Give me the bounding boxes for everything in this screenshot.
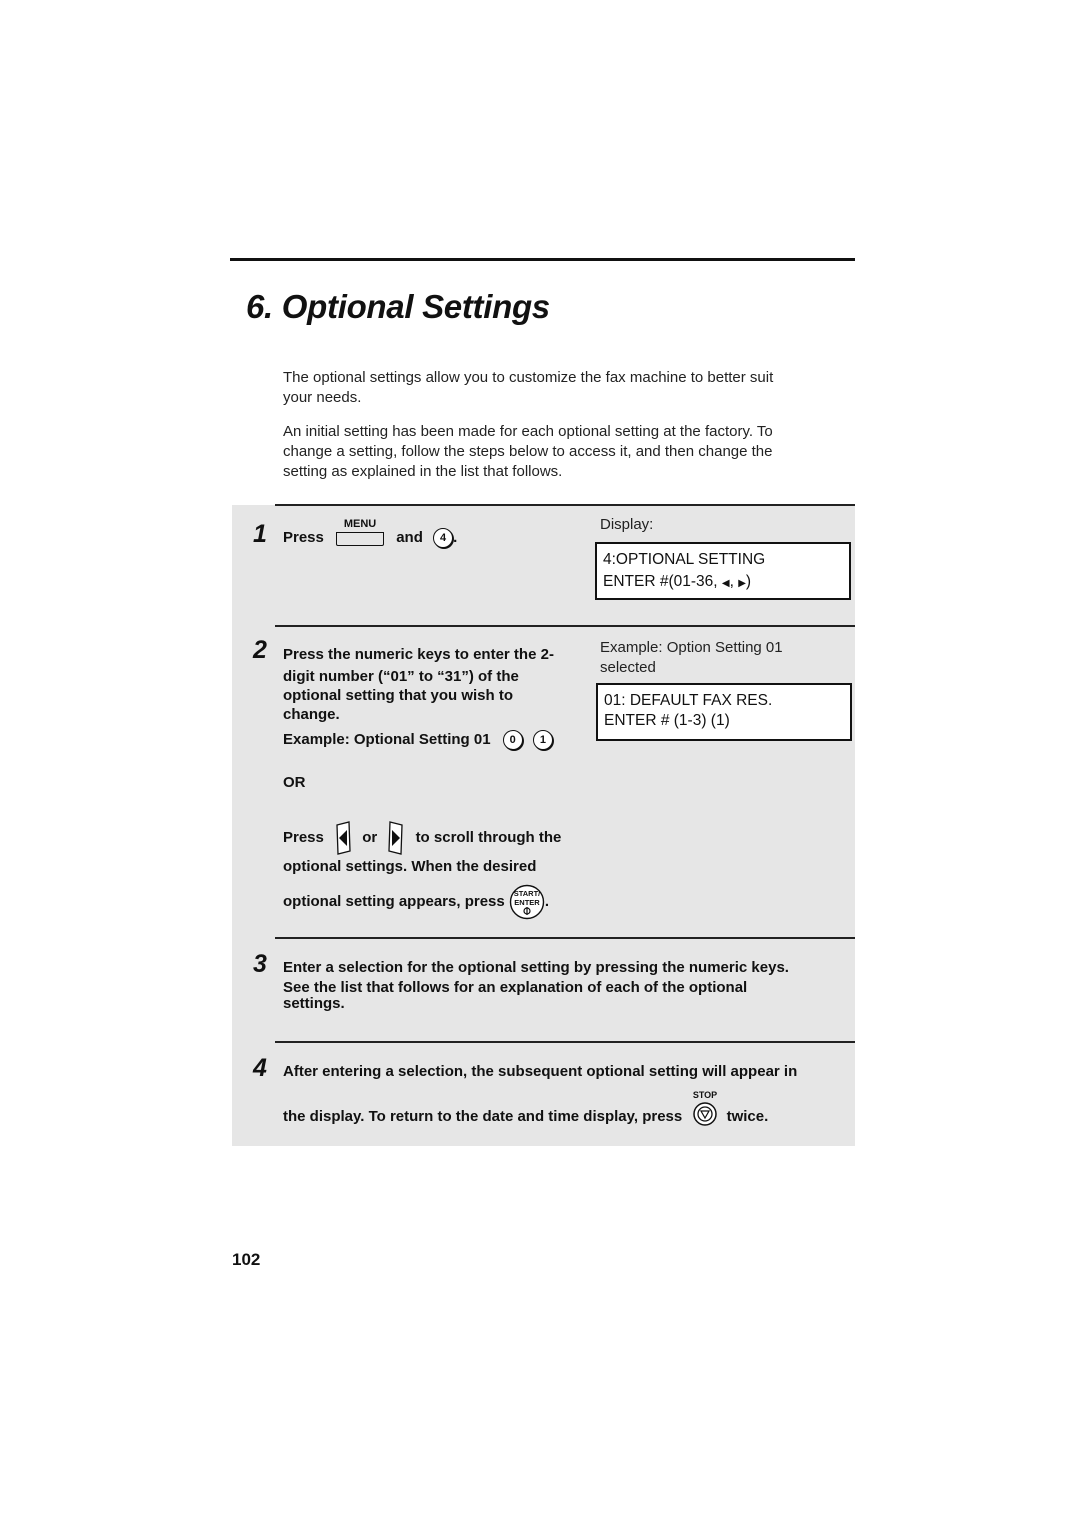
- scroll-text: to scroll through the: [415, 828, 562, 846]
- display-line: ENTER #(01-36, ◀, ▶): [603, 571, 843, 595]
- intro-line: setting as explained in the list that fo…: [283, 463, 563, 480]
- display-caption: Display:: [600, 516, 654, 533]
- step-text-line: digit number (“01” to “31”) of the: [283, 668, 519, 685]
- step-text-line: optional setting that you wish to: [283, 687, 513, 704]
- right-arrow-icon: ▶: [738, 578, 746, 589]
- stop-key-label: STOP: [693, 1090, 717, 1100]
- step-4-line1: After entering a selection, the subseque…: [283, 1063, 798, 1080]
- step-divider: [275, 937, 855, 939]
- intro-line: The optional settings allow you to custo…: [283, 369, 774, 386]
- intro-paragraph-2: An initial setting has been made for eac…: [283, 422, 828, 482]
- enter-key-label: ENTER: [514, 898, 540, 907]
- top-rule: [230, 258, 855, 261]
- stop-key-icon: STOP: [693, 1090, 718, 1126]
- start-enter-key-icon: START/ ENTER: [509, 884, 545, 920]
- display-text: ): [745, 573, 752, 590]
- display-line: 4:OPTIONAL SETTING: [603, 551, 766, 568]
- step-2-example: Example: Optional Setting 01 0 1: [283, 730, 553, 750]
- caption-line: Example: Option Setting 01: [600, 639, 783, 656]
- scroll-instruction: Press or to scroll through the: [283, 821, 561, 855]
- scroll-instruction-line2: optional settings. When the desired: [283, 858, 537, 875]
- step-1-instruction: Press MENU and 4.: [283, 518, 458, 548]
- step-divider: [275, 504, 855, 506]
- step-text-line: Press the numeric keys to enter the 2-: [283, 646, 554, 663]
- step-3-instruction: Enter a selection for the optional setti…: [283, 958, 843, 1013]
- left-arrow-key-icon: [336, 821, 351, 855]
- page-title: 6. Optional Settings: [246, 288, 550, 325]
- start-key-label: START/: [514, 889, 541, 898]
- step-2-instruction: Press the numeric keys to enter the 2- d…: [283, 645, 583, 724]
- example-caption: Example: Option Setting 01 selected: [600, 638, 783, 678]
- scroll-instruction-line3: optional setting appears, press START/ E…: [283, 884, 549, 920]
- display-line: 01: DEFAULT FAX RES.: [604, 692, 773, 709]
- step-text: twice.: [726, 1107, 769, 1125]
- step-number-4: 4: [253, 1054, 267, 1082]
- press-label: Press: [283, 828, 324, 846]
- step-number-3: 3: [253, 950, 267, 978]
- punct: .: [453, 528, 458, 546]
- step-text-line: change.: [283, 706, 340, 723]
- intro-line: An initial setting has been made for eac…: [283, 423, 773, 440]
- display-text: ENTER #(01-36,: [603, 573, 722, 590]
- lcd-display-example: 01: DEFAULT FAX RES. ENTER # (1-3) (1): [596, 683, 852, 741]
- key-1-icon: 1: [532, 730, 553, 750]
- caption-line: selected: [600, 659, 656, 676]
- step-number-1: 1: [253, 520, 267, 548]
- step-text: the display. To return to the date and t…: [283, 1107, 683, 1125]
- step-4-line2: the display. To return to the date and t…: [283, 1089, 768, 1129]
- step-divider: [275, 625, 855, 627]
- or-label: OR: [283, 774, 306, 791]
- display-line: ENTER # (1-3) (1): [604, 712, 730, 729]
- lcd-display-menu: 4:OPTIONAL SETTING ENTER #(01-36, ◀, ▶): [595, 542, 851, 600]
- right-arrow-key-icon: [388, 821, 404, 855]
- intro-line: your needs.: [283, 389, 362, 406]
- step-text-line: Enter a selection for the optional setti…: [283, 959, 789, 976]
- left-arrow-icon: ◀: [721, 578, 730, 589]
- intro-line: change a setting, follow the steps below…: [283, 443, 773, 460]
- example-label: Example: Optional Setting 01: [283, 730, 491, 748]
- punct: .: [544, 892, 550, 910]
- menu-key-icon: MENU: [336, 518, 385, 546]
- display-text: ,: [729, 573, 739, 590]
- scroll-text: optional setting appears, press: [283, 892, 505, 910]
- key-4-icon: 4: [433, 528, 454, 548]
- step-number-2: 2: [253, 636, 267, 664]
- step-divider: [275, 1041, 855, 1043]
- page-number: 102: [232, 1250, 261, 1269]
- press-label: Press: [283, 528, 324, 546]
- intro-paragraph-1: The optional settings allow you to custo…: [283, 368, 828, 408]
- key-0-icon: 0: [502, 730, 523, 750]
- or-text: or: [362, 828, 378, 846]
- and-label: and: [396, 528, 423, 546]
- menu-key-label: MENU: [343, 517, 377, 530]
